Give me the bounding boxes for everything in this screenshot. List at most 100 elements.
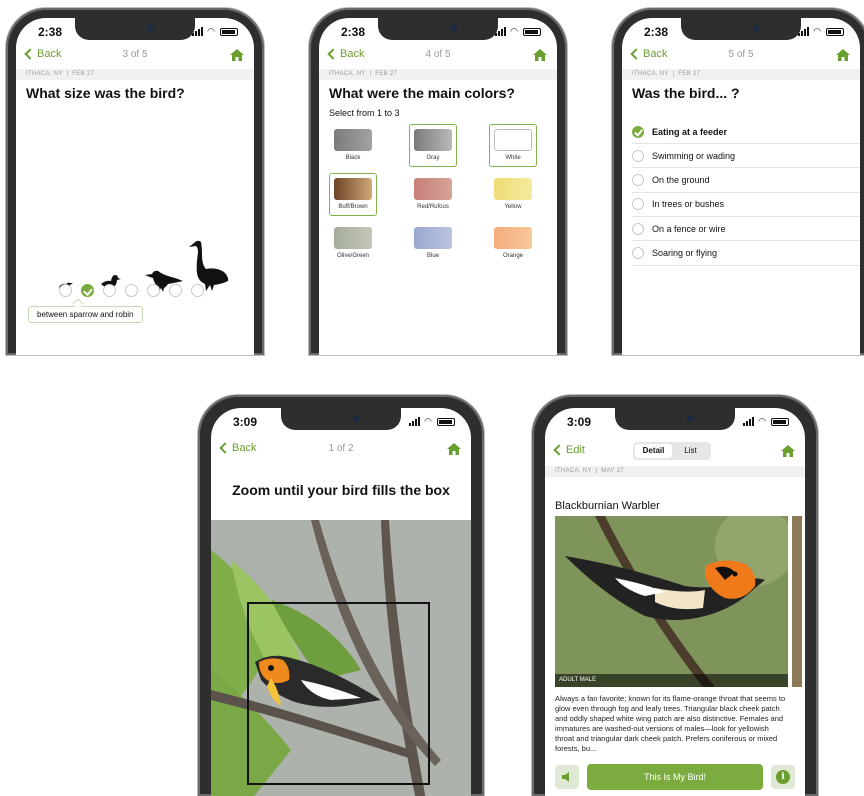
home-icon[interactable] [781,445,795,457]
species-photo[interactable]: ADULT MALE [555,516,788,687]
location-date-bar: ITHACA, NY | FEB 27 [319,69,557,80]
chevron-left-icon [553,444,565,456]
color-swatch-option[interactable]: Yellow [489,173,537,216]
location-date-bar: ITHACA, NY | FEB 27 [622,69,860,80]
color-swatch-option[interactable]: White [489,124,537,167]
bird-photo[interactable] [211,520,471,796]
location-date-bar: ITHACA, NY | MAY 27 [545,466,805,477]
instruction-text: Select from 1 to 3 [329,108,400,118]
behavior-option[interactable]: Soaring or flying [632,242,860,266]
tab-list[interactable]: List [672,444,709,458]
step-counter: 3 of 5 [122,49,148,60]
wifi-icon: ◠ [207,26,216,36]
phone-size-screen: 2:38 ◠ Back 3 of 5 ITHACA, NY | FEB 27 W… [6,8,264,355]
color-swatch-option[interactable]: Black [329,124,377,167]
behavior-option[interactable]: Swimming or wading [632,144,860,169]
question-title: What size was the bird? [26,85,185,101]
battery-icon [771,417,789,426]
behavior-option-label: On a fence or wire [652,223,726,234]
size-option[interactable] [59,284,72,297]
status-time: 3:09 [233,415,258,429]
radio-circle-icon [632,247,644,259]
nav-bar: Back 4 of 5 [319,46,557,66]
notch [281,408,401,430]
color-swatch [494,129,532,151]
crop-box[interactable] [247,602,430,785]
location-date-bar: ITHACA, NY | FEB 27 [16,69,254,80]
this-is-my-bird-button[interactable]: This Is My Bird! [587,764,763,790]
size-option[interactable] [147,284,160,297]
size-scale [59,284,204,297]
color-swatch-option[interactable]: Olive/Green [329,222,377,265]
next-photo-peek[interactable] [792,516,802,687]
phone-detail-screen: 3:09 ◠ Edit Detail List ITHACA, NY | MAY… [532,395,818,796]
behavior-option[interactable]: On a fence or wire [632,217,860,242]
info-button[interactable]: i [771,765,795,789]
zoom-screen: 3:09 ◠ Back 1 of 2 Zoom until your bird … [211,408,471,796]
size-option[interactable] [103,284,116,297]
color-swatch-label: Red/Rufous [417,204,449,210]
size-option[interactable] [191,284,204,297]
status-time: 2:38 [341,25,366,39]
behavior-option[interactable]: In trees or bushes [632,193,860,217]
species-photo-image [555,516,788,687]
size-option[interactable] [169,284,182,297]
color-swatch-option[interactable]: Blue [409,222,457,265]
size-option-selected[interactable] [81,284,94,297]
radio-circle-icon [632,149,644,162]
size-label-tooltip: between sparrow and robin [28,306,143,323]
behavior-option[interactable]: On the ground [632,169,860,193]
size-screen: 2:38 ◠ Back 3 of 5 ITHACA, NY | FEB 27 W… [16,18,254,355]
color-swatch-label: White [505,155,521,161]
status-time: 2:38 [38,25,63,39]
color-swatch-label: Blue [426,253,439,259]
phone-colors-screen: 2:38 ◠ Back 4 of 5 ITHACA, NY | FEB 27 W… [309,8,567,355]
color-swatch-option[interactable]: Gray [409,124,457,167]
battery-icon [437,417,455,426]
color-swatch [414,178,452,200]
color-swatch-label: Yellow [504,204,522,210]
wifi-icon: ◠ [758,416,767,426]
behavior-option-label: Swimming or wading [652,150,736,161]
checkmark-circle-icon [632,125,644,138]
home-icon[interactable] [230,49,244,61]
size-option[interactable] [125,284,138,297]
home-icon[interactable] [447,443,461,455]
color-swatch-label: Buff/Brown [338,204,368,210]
behavior-option[interactable]: Eating at a feeder [632,120,860,144]
color-swatch-option[interactable]: Buff/Brown [329,173,377,216]
step-counter: 4 of 5 [425,49,451,60]
color-swatch [494,178,532,200]
color-swatch-label: Orange [502,253,523,259]
color-swatch-label: Olive/Green [336,253,369,259]
audio-button[interactable] [555,765,579,789]
color-swatch [334,129,372,151]
radio-circle-icon [632,222,644,235]
step-counter: 1 of 2 [328,443,354,454]
question-title: What were the main colors? [329,85,515,101]
date-text: MAY 27 [601,468,624,474]
nav-bar: Back 3 of 5 [16,46,254,66]
wifi-icon: ◠ [813,26,822,36]
phone-zoom-screen: 3:09 ◠ Back 1 of 2 Zoom until your bird … [198,395,484,796]
edit-label: Edit [566,444,585,456]
location-text: ITHACA, NY [632,71,669,77]
location-text: ITHACA, NY [555,468,592,474]
radio-circle-icon [632,174,644,187]
color-swatch [334,178,372,200]
home-icon[interactable] [533,49,547,61]
home-icon[interactable] [836,49,850,61]
color-swatch [494,227,532,249]
color-swatch-option[interactable]: Red/Rufous [409,173,457,216]
tab-detail[interactable]: Detail [635,444,672,458]
notch [378,18,498,40]
color-swatch-option[interactable]: Orange [489,222,537,265]
colors-screen: 2:38 ◠ Back 4 of 5 ITHACA, NY | FEB 27 W… [319,18,557,355]
signal-icon [409,417,421,426]
question-title: Was the bird... ? [632,85,740,101]
behavior-option-label: In trees or bushes [652,199,725,210]
radio-circle-icon [632,198,644,211]
color-swatch-grid: Black Gray White Buff/Brown Red/Rufous Yellow… [329,124,539,265]
edit-button[interactable]: Edit [553,444,585,456]
status-time: 3:09 [567,415,592,429]
